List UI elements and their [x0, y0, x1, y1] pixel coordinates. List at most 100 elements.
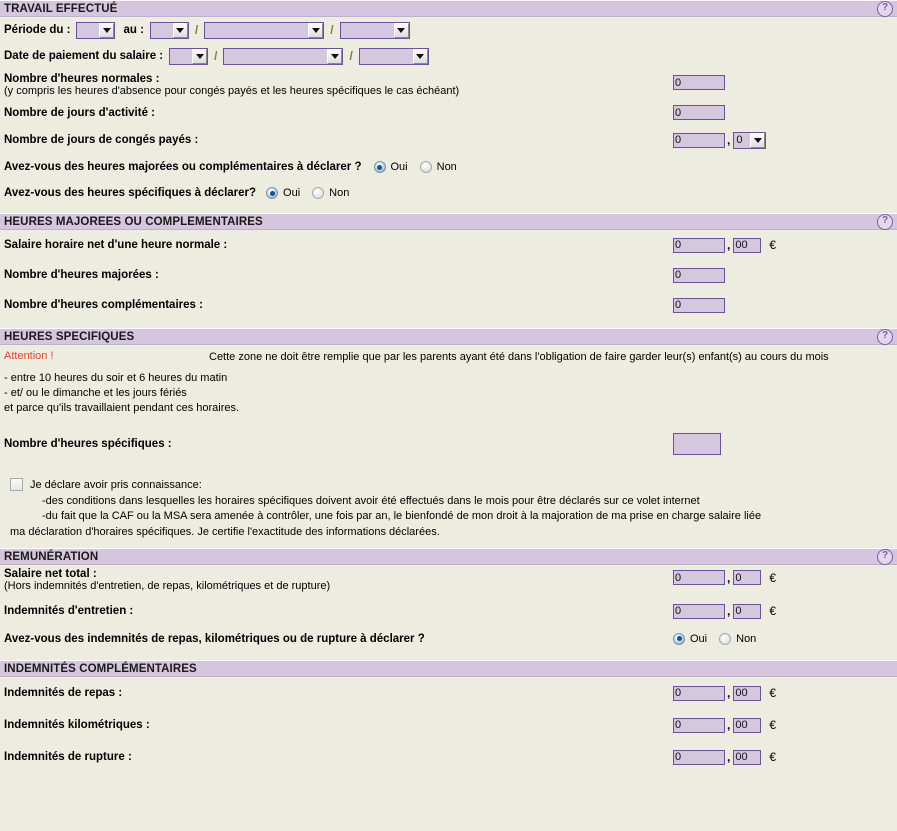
chevron-down-icon[interactable]: [172, 22, 188, 38]
input-indemnites-rupture[interactable]: [673, 749, 725, 765]
chevron-down-icon[interactable]: [308, 22, 324, 38]
label-date-paiement: Date de paiement du salaire :: [4, 50, 164, 62]
radio-heures-specifiques-oui[interactable]: [266, 187, 279, 199]
radio-group-heures-majorees: Oui Non: [373, 161, 469, 173]
radio-heures-majorees-non[interactable]: [419, 161, 432, 173]
select-jours-conges-decimal-value: 0: [734, 132, 751, 148]
select-date-paiement-month[interactable]: [223, 47, 344, 65]
input-indemnites-kilometriques[interactable]: [673, 717, 725, 733]
radio-indemnites-non[interactable]: [719, 632, 732, 645]
euro-symbol: €: [769, 750, 777, 764]
select-jours-conges-decimal[interactable]: 0: [733, 131, 767, 149]
checkbox-declaration[interactable]: [10, 478, 23, 491]
row-question-heures-majorees: Avez-vous des heures majorées ou complém…: [0, 154, 897, 180]
section-body-travail-effectue: Période du : au : / / Date de paiement d…: [0, 17, 897, 206]
declaration-line-3: ma déclaration d'horaires spécifiques. J…: [10, 525, 440, 538]
decimal-comma: ,: [727, 133, 731, 147]
declaration-text: Je déclare avoir pris connaissance: -des…: [10, 478, 762, 540]
row-question-heures-specifiques: Avez-vous des heures spécifiques à décla…: [0, 180, 897, 206]
date-separator: /: [214, 49, 218, 63]
euro-symbol: €: [769, 604, 777, 618]
help-icon[interactable]: ?: [877, 213, 893, 230]
select-periode-au-month-value: [205, 22, 309, 38]
row-jours-conges: Nombre de jours de congés payés : , 0: [0, 126, 897, 154]
input-jours-activite[interactable]: [673, 105, 725, 120]
radio-heures-specifiques-non[interactable]: [312, 187, 325, 199]
label-jours-activite: Nombre de jours d'activité :: [4, 106, 155, 119]
select-periode-au-month[interactable]: [204, 21, 325, 39]
help-icon[interactable]: ?: [877, 328, 893, 345]
row-heures-majorees: Nombre d'heures majorées :: [0, 260, 897, 290]
radio-heures-majorees-oui[interactable]: [373, 161, 386, 173]
chevron-down-icon[interactable]: [750, 132, 766, 148]
input-salaire-horaire-decimal[interactable]: [733, 237, 762, 253]
label-question-indemnites: Avez-vous des indemnités de repas, kilom…: [4, 632, 425, 645]
attention-block: Attention ! Cette zone ne doit être remp…: [0, 345, 897, 365]
input-indemnites-repas[interactable]: [673, 685, 725, 701]
input-heures-normales[interactable]: [673, 75, 725, 90]
condition-line-2: - et/ ou le dimanche et les jours fériés: [4, 387, 187, 399]
date-separator: /: [330, 23, 334, 37]
input-salaire-net-total-decimal[interactable]: [733, 570, 762, 585]
input-indemnites-repas-decimal[interactable]: [733, 685, 762, 701]
input-nombre-heures-complementaires[interactable]: [673, 297, 725, 313]
row-indemnites-kilometriques: Indemnités kilométriques : , €: [0, 709, 897, 741]
decimal-comma: ,: [727, 604, 731, 618]
chevron-down-icon[interactable]: [393, 22, 409, 38]
input-nombre-heures-majorees[interactable]: [673, 267, 725, 283]
input-indemnites-rupture-decimal[interactable]: [733, 749, 762, 765]
chevron-down-icon[interactable]: [412, 48, 428, 64]
radio-group-indemnites: Oui Non: [673, 632, 893, 645]
section-header-remuneration: REMUNÉRATION ?: [0, 548, 897, 565]
date-separator: /: [194, 23, 199, 37]
section-body-heures-majorees: Salaire horaire net d'une heure normale …: [0, 230, 897, 320]
chevron-down-icon[interactable]: [327, 48, 343, 64]
select-periode-du-day-value: [77, 22, 100, 38]
radio-group-heures-specifiques: Oui Non: [266, 187, 361, 199]
radio-label-indemnites-non: Non: [736, 632, 757, 645]
attention-label: Attention !: [4, 350, 54, 362]
row-indemnites-entretien: Indemnités d'entretien : , €: [0, 597, 897, 625]
decimal-comma: ,: [727, 570, 731, 585]
decimal-comma: ,: [727, 238, 731, 252]
help-icon[interactable]: ?: [877, 548, 893, 565]
label-nombre-heures-specifiques: Nombre d'heures spécifiques :: [4, 438, 172, 450]
input-salaire-horaire[interactable]: [673, 237, 725, 253]
input-salaire-net-total[interactable]: [673, 570, 725, 585]
select-date-paiement-year[interactable]: [358, 47, 429, 65]
section-header-heures-specifiques: HEURES SPECIFIQUES ?: [0, 328, 897, 345]
label-periode-au: au :: [123, 24, 144, 36]
section-body-indemnites-complementaires: Indemnités de repas : , € Indemnités kil…: [0, 677, 897, 773]
select-date-paiement-day-value: [170, 48, 193, 64]
input-indemnites-entretien-decimal[interactable]: [733, 603, 762, 619]
help-icon[interactable]: ?: [877, 0, 893, 17]
conditions-list: - entre 10 heures du soir et 6 heures du…: [0, 365, 897, 416]
input-indemnites-kilometriques-decimal[interactable]: [733, 717, 762, 733]
input-nombre-heures-specifiques[interactable]: [673, 433, 721, 455]
select-periode-au-day[interactable]: [149, 21, 189, 39]
radio-indemnites-oui[interactable]: [673, 632, 685, 645]
label-salaire-net-total: Salaire net total :: [4, 568, 97, 580]
radio-label-indemnites-oui: Oui: [690, 632, 708, 645]
euro-symbol: €: [769, 686, 777, 700]
declaration-line-1: -des conditions dans lesquelles les hora…: [42, 494, 700, 507]
row-indemnites-repas: Indemnités de repas : , €: [0, 677, 897, 709]
input-jours-conges-payes[interactable]: [673, 132, 725, 148]
declaration-line-2: -du fait que la CAF ou la MSA sera amené…: [42, 510, 762, 522]
declaration-form: TRAVAIL EFFECTUÉ ? Période du : au : / /: [0, 0, 897, 773]
row-salaire-horaire: Salaire horaire net d'une heure normale …: [0, 230, 897, 260]
decimal-comma: ,: [727, 686, 731, 700]
condition-line-3: et parce qu'ils travaillaient pendant ce…: [4, 402, 240, 414]
select-periode-du-day[interactable]: [76, 21, 116, 39]
row-question-indemnites: Avez-vous des indemnités de repas, kilom…: [0, 625, 897, 652]
condition-line-1: - entre 10 heures du soir et 6 heures du…: [4, 372, 228, 384]
input-indemnites-entretien[interactable]: [673, 603, 725, 619]
select-periode-au-year[interactable]: [339, 21, 410, 39]
attention-text: Cette zone ne doit être remplie que par …: [209, 351, 829, 363]
chevron-down-icon[interactable]: [99, 22, 115, 38]
select-date-paiement-day[interactable]: [169, 47, 209, 65]
radio-label-heures-majorees-oui: Oui: [390, 161, 408, 173]
chevron-down-icon[interactable]: [192, 48, 208, 64]
row-salaire-net-total: Salaire net total : (Hors indemnités d'e…: [0, 565, 897, 597]
row-heures-specifiques: Nombre d'heures spécifiques :: [0, 416, 897, 472]
